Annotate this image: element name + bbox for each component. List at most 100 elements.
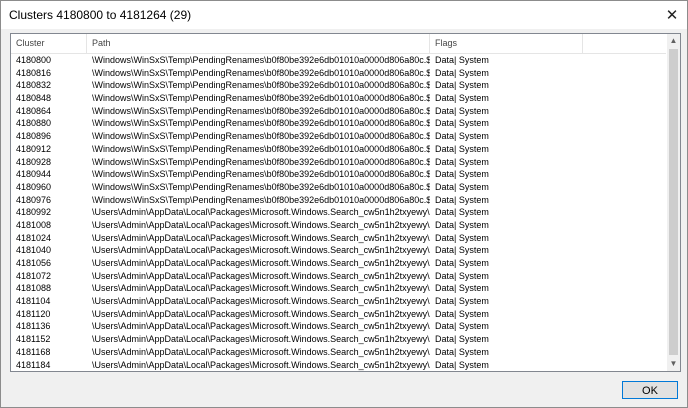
flags-cell: Data| System <box>435 67 489 78</box>
path-cell: \Users\Admin\AppData\Local\Packages\Micr… <box>92 270 430 281</box>
path-cell: \Windows\WinSxS\Temp\PendingRenames\b0f8… <box>92 131 430 142</box>
path-cell: \Users\Admin\AppData\Local\Packages\Micr… <box>92 346 430 357</box>
cluster-cell: 4180864 <box>16 105 52 116</box>
cluster-cell: 4180928 <box>16 156 52 167</box>
flags-cell: Data| System <box>435 308 489 319</box>
cluster-cell: 4181088 <box>16 283 52 294</box>
table-row[interactable]: 4181168 \Users\Admin\AppData\Local\Packag… <box>11 346 666 359</box>
cluster-cell: 4181008 <box>16 219 52 230</box>
table-row[interactable]: 4180960 \Windows\WinSxS\Temp\PendingRenam… <box>11 181 666 194</box>
cluster-cell: 4181072 <box>16 270 52 281</box>
flags-cell: Data| System <box>435 270 489 281</box>
table-row[interactable]: 4180848 \Windows\WinSxS\Temp\PendingRenam… <box>11 92 666 105</box>
cluster-cell: 4180800 <box>16 55 52 65</box>
table-row[interactable]: 4180864 \Windows\WinSxS\Temp\PendingRenam… <box>11 105 666 118</box>
scrollbar-thumb[interactable] <box>669 49 678 355</box>
flags-cell: Data| System <box>435 80 489 91</box>
cluster-cell: 4181040 <box>16 245 52 256</box>
path-cell: \Windows\WinSxS\Temp\PendingRenames\b0f8… <box>92 67 430 78</box>
column-header-path[interactable]: Path <box>87 34 430 53</box>
table-row[interactable]: 4181024 \Users\Admin\AppData\Local\Packag… <box>11 232 666 245</box>
table-row[interactable]: 4181184 \Users\Admin\AppData\Local\Packag… <box>11 359 666 372</box>
cluster-cell: 4180896 <box>16 131 52 142</box>
path-cell: \Windows\WinSxS\Temp\PendingRenames\b0f8… <box>92 156 430 167</box>
table-row[interactable]: 4180800 \Windows\WinSxS\Temp\PendingRenam… <box>11 54 666 67</box>
column-header-flags[interactable]: Flags <box>430 34 583 53</box>
table-row[interactable]: 4180816 \Windows\WinSxS\Temp\PendingRenam… <box>11 67 666 80</box>
path-cell: \Users\Admin\AppData\Local\Packages\Micr… <box>92 308 430 319</box>
table-row[interactable]: 4181152 \Users\Admin\AppData\Local\Packag… <box>11 333 666 346</box>
table-row[interactable]: 4180944 \Windows\WinSxS\Temp\PendingRenam… <box>11 168 666 181</box>
path-cell: \Users\Admin\AppData\Local\Packages\Micr… <box>92 296 430 307</box>
table-row[interactable]: 4180912 \Windows\WinSxS\Temp\PendingRenam… <box>11 143 666 156</box>
flags-cell: Data| System <box>435 194 489 205</box>
close-icon[interactable]: ✕ <box>657 1 687 29</box>
path-cell: \Windows\WinSxS\Temp\PendingRenames\b0f8… <box>92 194 430 205</box>
path-cell: \Windows\WinSxS\Temp\PendingRenames\b0f8… <box>92 143 430 154</box>
path-cell: \Windows\WinSxS\Temp\PendingRenames\b0f8… <box>92 118 430 129</box>
window-title: Clusters 4180800 to 4181264 (29) <box>9 8 192 22</box>
flags-cell: Data| System <box>435 334 489 345</box>
path-cell: \Users\Admin\AppData\Local\Packages\Micr… <box>92 359 430 370</box>
cluster-cell: 4181184 <box>16 359 51 370</box>
cluster-cell: 4180880 <box>16 118 52 129</box>
table-row[interactable]: 4181120 \Users\Admin\AppData\Local\Packag… <box>11 308 666 321</box>
flags-cell: Data| System <box>435 207 489 218</box>
path-cell: \Windows\WinSxS\Temp\PendingRenames\b0f8… <box>92 93 430 104</box>
table-row[interactable]: 4180928 \Windows\WinSxS\Temp\PendingRenam… <box>11 156 666 169</box>
flags-cell: Data| System <box>435 245 489 256</box>
flags-cell: Data| System <box>435 55 489 65</box>
cluster-cell: 4180832 <box>16 80 52 91</box>
cluster-cell: 4181056 <box>16 258 52 268</box>
flags-cell: Data| System <box>435 321 489 332</box>
cluster-cell: 4180912 <box>16 143 52 154</box>
column-header-cluster[interactable]: Cluster <box>11 34 87 53</box>
list-header: Cluster Path Flags <box>11 34 666 54</box>
flags-cell: Data| System <box>435 105 489 116</box>
path-cell: \Users\Admin\AppData\Local\Packages\Micr… <box>92 245 430 256</box>
flags-cell: Data| System <box>435 143 489 154</box>
table-row[interactable]: 4180880 \Windows\WinSxS\Temp\PendingRenam… <box>11 117 666 130</box>
table-row[interactable]: 4180992 \Users\Admin\AppData\Local\Packag… <box>11 206 666 219</box>
path-cell: \Users\Admin\AppData\Local\Packages\Micr… <box>92 334 430 345</box>
flags-cell: Data| System <box>435 283 489 294</box>
path-cell: \Windows\WinSxS\Temp\PendingRenames\b0f8… <box>92 105 430 116</box>
path-cell: \Users\Admin\AppData\Local\Packages\Micr… <box>92 232 430 243</box>
cluster-cell: 4181104 <box>16 296 51 307</box>
up-arrow-icon[interactable]: ▲ <box>667 34 680 48</box>
cluster-cell: 4181024 <box>16 232 52 243</box>
cluster-cell: 4180992 <box>16 207 52 218</box>
table-row[interactable]: 4181040 \Users\Admin\AppData\Local\Packag… <box>11 244 666 257</box>
path-cell: \Users\Admin\AppData\Local\Packages\Micr… <box>92 321 430 332</box>
list-rows: 4180800 \Windows\WinSxS\Temp\PendingRenam… <box>11 54 666 371</box>
path-cell: \Windows\WinSxS\Temp\PendingRenames\b0f8… <box>92 181 430 192</box>
cluster-cell: 4180816 <box>16 67 52 78</box>
flags-cell: Data| System <box>435 219 489 230</box>
path-cell: \Users\Admin\AppData\Local\Packages\Micr… <box>92 258 430 268</box>
ok-button[interactable]: OK <box>622 381 678 399</box>
vertical-scrollbar[interactable]: ▲ ▼ <box>667 34 680 371</box>
flags-cell: Data| System <box>435 258 489 268</box>
table-row[interactable]: 4181136 \Users\Admin\AppData\Local\Packag… <box>11 320 666 333</box>
table-row[interactable]: 4181104 \Users\Admin\AppData\Local\Packag… <box>11 295 666 308</box>
cluster-cell: 4180944 <box>16 169 52 180</box>
cluster-cell: 4181152 <box>16 334 51 345</box>
cluster-list[interactable]: Cluster Path Flags 4180800 \Windows\WinSx… <box>10 33 681 372</box>
path-cell: \Users\Admin\AppData\Local\Packages\Micr… <box>92 219 430 230</box>
table-row[interactable]: 4181056 \Users\Admin\AppData\Local\Packag… <box>11 257 666 270</box>
cluster-cell: 4180976 <box>16 194 52 205</box>
cluster-cell: 4181120 <box>16 308 51 319</box>
table-row[interactable]: 4181088 \Users\Admin\AppData\Local\Packag… <box>11 282 666 295</box>
title-bar: Clusters 4180800 to 4181264 (29) ✕ <box>1 1 687 29</box>
table-row[interactable]: 4181072 \Users\Admin\AppData\Local\Packag… <box>11 270 666 283</box>
table-row[interactable]: 4180832 \Windows\WinSxS\Temp\PendingRenam… <box>11 79 666 92</box>
path-cell: \Windows\WinSxS\Temp\PendingRenames\b0f8… <box>92 169 430 180</box>
flags-cell: Data| System <box>435 181 489 192</box>
path-cell: \Users\Admin\AppData\Local\Packages\Micr… <box>92 283 430 294</box>
table-row[interactable]: 4181008 \Users\Admin\AppData\Local\Packag… <box>11 219 666 232</box>
down-arrow-icon[interactable]: ▼ <box>667 357 680 371</box>
path-cell: \Users\Admin\AppData\Local\Packages\Micr… <box>92 207 430 218</box>
path-cell: \Windows\WinSxS\Temp\PendingRenames\b0f8… <box>92 55 430 65</box>
table-row[interactable]: 4180976 \Windows\WinSxS\Temp\PendingRenam… <box>11 194 666 207</box>
table-row[interactable]: 4180896 \Windows\WinSxS\Temp\PendingRenam… <box>11 130 666 143</box>
